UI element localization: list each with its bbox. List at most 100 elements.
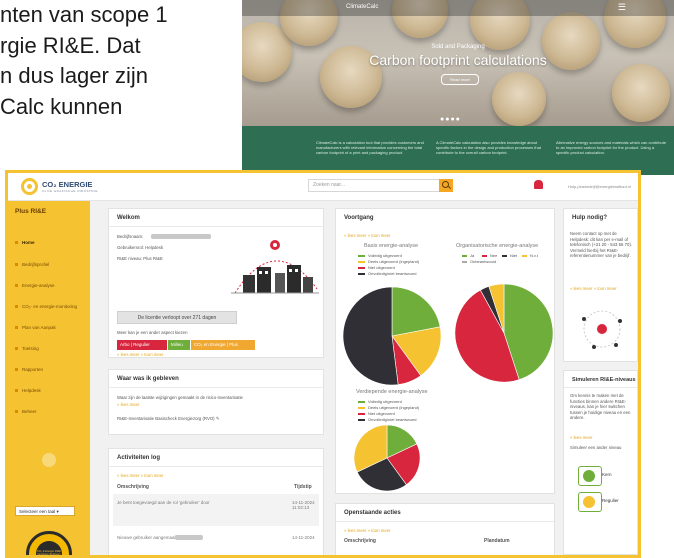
tag-co2-energie-plus[interactable]: CO₂ en Energie | Plus [191,340,255,350]
row-time: 14-11-2024 11:02:13 [292,500,315,510]
welkom-card: Welkom Bedrijfsnaam: Gebruikersrol: Help… [108,208,324,358]
divider [109,226,323,227]
license-expiry-button[interactable]: De licentie verloopt over 271 dagen [117,311,237,324]
open-actions-card: Openstaande acties « lees meer » toon me… [335,503,555,555]
open-actions-links[interactable]: « lees meer » toon meer [344,528,391,533]
sidebar-item-helpdesk[interactable]: Helpdesk [15,388,41,393]
notification-bell-icon[interactable] [534,180,543,189]
hero-title: Carbon footprint calculations [369,52,547,68]
site-topbar [242,0,674,16]
legend-swatch [358,261,365,263]
legend-entry: Volledig uitgevoerd [358,253,402,258]
resume-title: Waar was ik gebleven [117,376,179,382]
chart1-title: Basis energie-analyse [364,243,419,249]
sidebar-item-energie-analyse[interactable]: Energie-analyse [15,283,55,288]
cup-image [492,72,546,126]
pie-chart-basis [342,286,442,386]
legend-label: Niet uitgevoerd [368,265,395,270]
row-time: 14-11-2024 [292,535,315,540]
simulate-kern-button[interactable] [578,466,602,486]
legend-entry: N.v.t [522,253,538,258]
legend-label: N.v.t [530,253,538,258]
language-select[interactable]: Selecteer een taal ▾ [15,506,75,516]
activity-links[interactable]: « lees meer » toon meer [117,473,164,478]
help-card: Hulp nodig? Neem contact op met de Helpd… [563,208,638,362]
sidebar-item-toetsing[interactable]: Toetsing [15,346,39,351]
legend-entry: Deels uitgevoerd (ingepland) [358,405,419,410]
divider [564,387,637,388]
legend-swatch [502,255,507,257]
certification-badge: CO₂ & Energie RI&E Graphium Bedrijven [26,531,72,555]
row-description: Je bent toegevoegd aan de rol 'gebruiker… [117,500,210,505]
table-row: Nieuwe gebruiker aangemaakt door 14-11-2… [113,529,319,555]
search-icon[interactable] [439,179,453,192]
tag-milieu[interactable]: Milieu [168,340,190,350]
logo-tagline: IN DE GRAFISCHE INDUSTRIE [42,189,98,193]
legend-entry: Ja [462,253,474,258]
tag-arbo-regulier[interactable]: Arbo | Regulier [117,340,167,350]
regulier-label: Regulier [602,498,619,503]
legend-label: Volledig uitgevoerd [368,399,402,404]
welkom-links[interactable]: « lees meer » toon meer [117,352,164,357]
redacted-value [151,234,211,239]
legend-label: Niet uitgevoerd [368,411,395,416]
info-column: A ClimateCalc calculation also provides … [436,140,541,155]
sidebar-item-rapporten[interactable]: Rapporten [15,367,43,372]
info-column: ClimateCalc is a calculation tool that p… [316,140,424,155]
legend-swatch [358,401,365,403]
resume-item-text: RI&E-Inventarisatie Basischeck Energiezo… [117,416,215,421]
divider [109,387,323,388]
progress-title: Voortgang [344,215,374,221]
sidebar: Plus RI&E Home Bedrijfsprofiel Energie-a… [8,201,90,555]
logo-icon [21,178,38,195]
legend-label: Volledig uitgevoerd [368,253,402,258]
document-line: nten van scope 1 [0,2,168,27]
hamburger-icon: ☰ [617,2,626,12]
hero-subtitle: Sold and Packaging [431,44,485,50]
legend-swatch [462,261,467,263]
legend-swatch [462,255,467,257]
sidebar-item-bedrijfsprofiel[interactable]: Bedrijfsprofiel [15,262,49,267]
sidebar-item-plan-van-aanpak[interactable]: Plan van Aanpak [15,325,56,330]
legend-swatch [482,255,487,257]
app-header: CO₂ ENERGIE IN DE GRAFISCHE INDUSTRIE Zo… [8,173,638,201]
legend-label: Deels uitgevoerd (ingepland) [368,405,420,410]
legend-swatch [358,407,365,409]
sidebar-item-beheer[interactable]: Beheer [15,409,37,414]
help-text: Neem contact op met de Helpdesk: dit kan… [570,231,632,258]
simulate-link[interactable]: « lees meer [570,435,592,440]
hero-image: ClimateCalc ☰ Sold and Packaging Carbon … [242,0,674,126]
help-links[interactable]: « lees meer » toon meer [570,286,617,291]
search-input[interactable]: Zoeken naar... [308,179,440,192]
document-line: rgie RI&E. Dat [0,32,141,58]
rie-level: RI&E niveau: Plus RI&E [117,256,163,261]
sidebar-item-home[interactable]: Home [15,240,35,245]
activity-log-title: Activiteiten log [117,455,161,461]
welkom-title: Welkom [117,215,140,221]
progress-links[interactable]: « lees meer » toon meer [344,233,391,238]
language-select-label: Selecteer een taal [19,509,56,514]
user-role: Gebruikersrol: Helpdesk [117,245,164,250]
legend-swatch [358,255,365,257]
document-line: Calc kunnen [0,93,123,119]
simulate-card: Simuleren RI&E-niveaus Om kennis te make… [563,370,638,555]
legend-label: Onbeantwoord [470,259,497,264]
edit-icon[interactable]: ✎ [216,416,220,421]
climatecalc-screenshot: ClimateCalc ☰ Sold and Packaging Carbon … [242,0,674,175]
resume-card: Waar was ik gebleven Waar zijn de laatst… [108,369,324,435]
table-row: Je bent toegevoegd aan de rol 'gebruiker… [113,494,319,526]
simulate-regulier-button[interactable] [578,492,602,512]
sidebar-toggle-button[interactable] [42,453,56,467]
resume-link[interactable]: « lees meer [117,402,139,407]
sidebar-item-monitoring[interactable]: CO₂- en energie-monitoring [15,304,77,309]
legend-swatch [358,267,365,269]
location-illustration [582,310,622,349]
divider [336,521,554,522]
activity-log-card: Activiteiten log « lees meer » toon meer… [108,448,324,555]
simulate-title: Simuleren RI&E-niveaus [572,377,636,383]
legend-entry: Niet uitgevoerd [358,411,395,416]
resume-item-link[interactable]: RI&E-Inventarisatie Basischeck Energiezo… [117,416,219,422]
more-aspects-text: Meer kan je een ander aspect kiezen [117,330,188,335]
legend-label: Niet [510,253,518,258]
user-email[interactable]: Hulp.plusbedrijf@energieinstituut.nl [568,184,631,189]
